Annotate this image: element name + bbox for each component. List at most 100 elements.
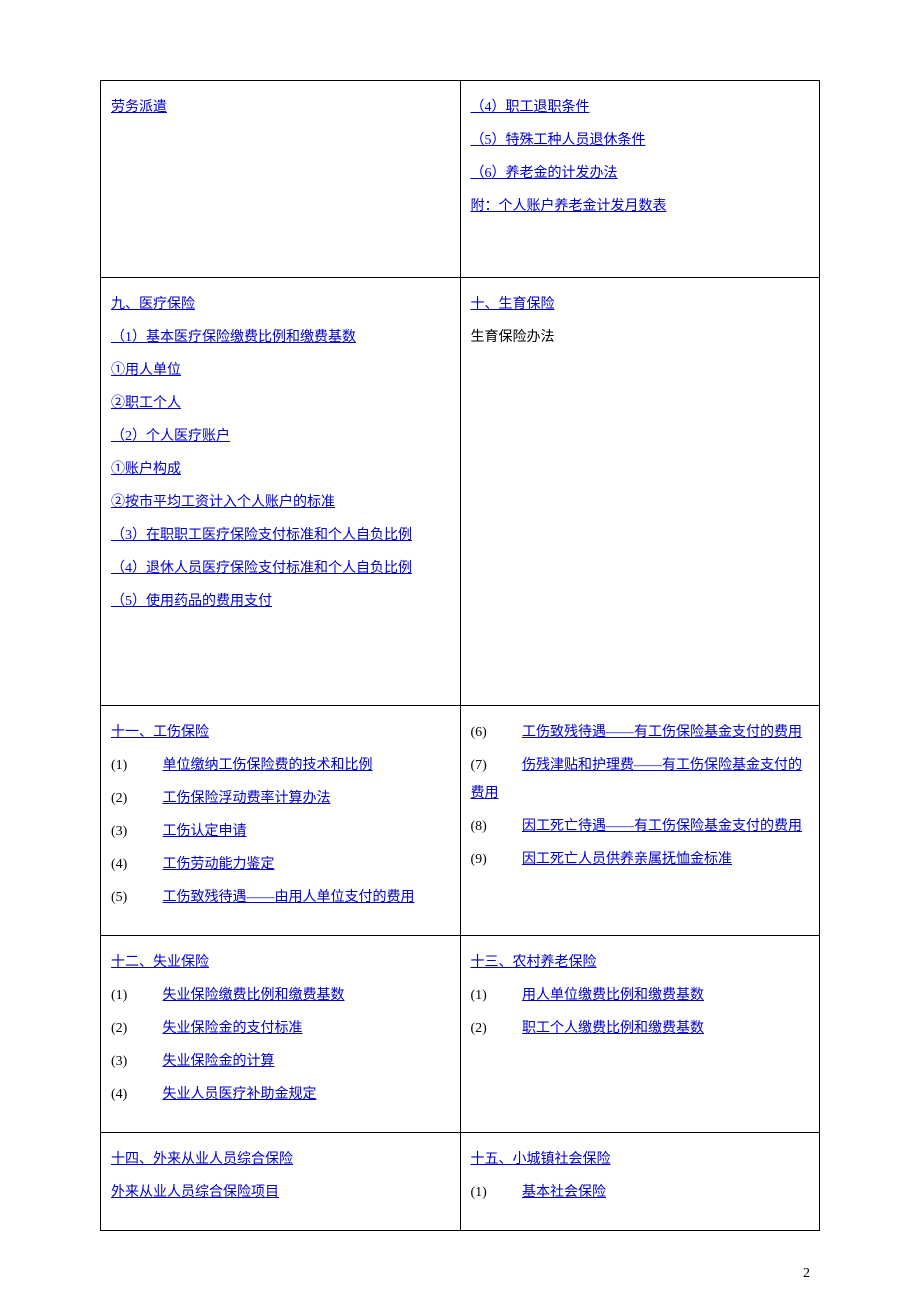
list-item: (3) 工伤认定申请 bbox=[111, 818, 450, 846]
toc-link[interactable]: 因工死亡人员供养亲属抚恤金标准 bbox=[522, 852, 732, 867]
list-item: （2）个人医疗账户 bbox=[111, 423, 450, 451]
list-item: (4) 失业人员医疗补助金规定 bbox=[111, 1081, 450, 1109]
toc-link[interactable]: ②按市平均工资计入个人账户的标准 bbox=[111, 495, 335, 510]
list-item: （4）退休人员医疗保险支付标准和个人自负比例 bbox=[111, 555, 450, 583]
toc-link[interactable]: （1）基本医疗保险缴费比例和缴费基数 bbox=[111, 330, 356, 345]
page-number: 2 bbox=[803, 1266, 810, 1282]
toc-link[interactable]: 工伤致残待遇——由用人单位支付的费用 bbox=[163, 890, 415, 905]
toc-link[interactable]: 失业保险金的支付标准 bbox=[163, 1021, 303, 1036]
item-number: (7) bbox=[471, 752, 519, 780]
item-number: (4) bbox=[111, 851, 159, 879]
toc-link[interactable]: 工伤认定申请 bbox=[163, 824, 247, 839]
toc-link[interactable]: ①用人单位 bbox=[111, 363, 181, 378]
toc-link[interactable]: 外来从业人员综合保险项目 bbox=[111, 1185, 279, 1200]
table-row: 九、医疗保险 （1）基本医疗保险缴费比例和缴费基数 ①用人单位 ②职工个人 （2… bbox=[101, 278, 820, 706]
table-row: 劳务派遣 （4）职工退职条件 （5）特殊工种人员退休条件 （6）养老金的计发办法… bbox=[101, 81, 820, 278]
toc-link[interactable]: （5）使用药品的费用支付 bbox=[111, 594, 272, 609]
toc-link[interactable]: （6）养老金的计发办法 bbox=[471, 166, 618, 181]
toc-link[interactable]: 劳务派遣 bbox=[111, 100, 167, 115]
item-number: (1) bbox=[111, 982, 159, 1010]
list-item: 附：个人账户养老金计发月数表 bbox=[471, 193, 810, 221]
section-title: 十五、小城镇社会保险 bbox=[471, 1146, 810, 1174]
toc-link[interactable]: （4）职工退职条件 bbox=[471, 100, 590, 115]
list-item: (1) 基本社会保险 bbox=[471, 1179, 810, 1207]
item-number: (1) bbox=[471, 1179, 519, 1207]
toc-link[interactable]: 附：个人账户养老金计发月数表 bbox=[471, 199, 667, 214]
toc-link[interactable]: 单位缴纳工伤保险费的技术和比例 bbox=[163, 758, 373, 773]
list-item: (9) 因工死亡人员供养亲属抚恤金标准 bbox=[471, 846, 810, 874]
item-number: (1) bbox=[471, 982, 519, 1010]
toc-link[interactable]: （2）个人医疗账户 bbox=[111, 429, 230, 444]
section-title: 九、医疗保险 bbox=[111, 291, 450, 319]
toc-link[interactable]: 失业保险缴费比例和缴费基数 bbox=[163, 988, 345, 1003]
cell-medical-insurance: 九、医疗保险 （1）基本医疗保险缴费比例和缴费基数 ①用人单位 ②职工个人 （2… bbox=[101, 278, 461, 706]
table-row: 十二、失业保险 (1) 失业保险缴费比例和缴费基数 (2) 失业保险金的支付标准… bbox=[101, 936, 820, 1133]
toc-link[interactable]: 九、医疗保险 bbox=[111, 297, 195, 312]
toc-link[interactable]: 失业保险金的计算 bbox=[163, 1054, 275, 1069]
toc-link[interactable]: 十、生育保险 bbox=[471, 297, 555, 312]
cell-unemployment-insurance: 十二、失业保险 (1) 失业保险缴费比例和缴费基数 (2) 失业保险金的支付标准… bbox=[101, 936, 461, 1133]
list-item: （5）使用药品的费用支付 bbox=[111, 588, 450, 616]
cell-town-social-insurance: 十五、小城镇社会保险 (1) 基本社会保险 bbox=[460, 1133, 820, 1231]
toc-link[interactable]: 职工个人缴费比例和缴费基数 bbox=[522, 1021, 704, 1036]
toc-link[interactable]: 工伤劳动能力鉴定 bbox=[163, 857, 275, 872]
item-number: (2) bbox=[111, 785, 159, 813]
list-item: (1) 失业保险缴费比例和缴费基数 bbox=[111, 982, 450, 1010]
list-item: ①账户构成 bbox=[111, 456, 450, 484]
cell-maternity-insurance: 十、生育保险 生育保险办法 bbox=[460, 278, 820, 706]
list-item: (3) 失业保险金的计算 bbox=[111, 1048, 450, 1076]
list-item: （3）在职职工医疗保险支付标准和个人自负比例 bbox=[111, 522, 450, 550]
cell-rural-pension: 十三、农村养老保险 (1) 用人单位缴费比例和缴费基数 (2) 职工个人缴费比例… bbox=[460, 936, 820, 1133]
cell-work-injury-insurance: 十一、工伤保险 (1) 单位缴纳工伤保险费的技术和比例 (2) 工伤保险浮动费率… bbox=[101, 706, 461, 936]
item-number: (5) bbox=[111, 884, 159, 912]
list-item: (4) 工伤劳动能力鉴定 bbox=[111, 851, 450, 879]
toc-link[interactable]: ②职工个人 bbox=[111, 396, 181, 411]
list-item: (6) 工伤致残待遇——有工伤保险基金支付的费用 bbox=[471, 719, 810, 747]
toc-link[interactable]: 工伤致残待遇——有工伤保险基金支付的费用 bbox=[522, 725, 802, 740]
item-number: (9) bbox=[471, 846, 519, 874]
cell-retirement-continued: （4）职工退职条件 （5）特殊工种人员退休条件 （6）养老金的计发办法 附：个人… bbox=[460, 81, 820, 278]
toc-link[interactable]: 用人单位缴费比例和缴费基数 bbox=[522, 988, 704, 1003]
toc-link[interactable]: （3）在职职工医疗保险支付标准和个人自负比例 bbox=[111, 528, 412, 543]
list-item: (8) 因工死亡待遇——有工伤保险基金支付的费用 bbox=[471, 813, 810, 841]
toc-link[interactable]: ①账户构成 bbox=[111, 462, 181, 477]
list-item: 外来从业人员综合保险项目 bbox=[111, 1179, 450, 1207]
toc-link[interactable]: 十五、小城镇社会保险 bbox=[471, 1152, 611, 1167]
toc-link[interactable]: 十四、外来从业人员综合保险 bbox=[111, 1152, 293, 1167]
section-title: 十三、农村养老保险 bbox=[471, 949, 810, 977]
toc-link[interactable]: 基本社会保险 bbox=[522, 1185, 606, 1200]
section-title: 十、生育保险 bbox=[471, 291, 810, 319]
list-item: (1) 单位缴纳工伤保险费的技术和比例 bbox=[111, 752, 450, 780]
toc-link[interactable]: 工伤保险浮动费率计算办法 bbox=[163, 791, 331, 806]
cell-migrant-workers-insurance: 十四、外来从业人员综合保险 外来从业人员综合保险项目 bbox=[101, 1133, 461, 1231]
cell-work-injury-continued: (6) 工伤致残待遇——有工伤保险基金支付的费用 (7) 伤残津贴和护理费——有… bbox=[460, 706, 820, 936]
section-title: 十二、失业保险 bbox=[111, 949, 450, 977]
table-row: 十一、工伤保险 (1) 单位缴纳工伤保险费的技术和比例 (2) 工伤保险浮动费率… bbox=[101, 706, 820, 936]
toc-link[interactable]: 十二、失业保险 bbox=[111, 955, 209, 970]
item-number: (2) bbox=[111, 1015, 159, 1043]
list-item: (7) 伤残津贴和护理费——有工伤保险基金支付的费用 bbox=[471, 752, 810, 808]
toc-link[interactable]: 失业人员医疗补助金规定 bbox=[163, 1087, 317, 1102]
cell-labor-dispatch: 劳务派遣 bbox=[101, 81, 461, 278]
document-page: 劳务派遣 （4）职工退职条件 （5）特殊工种人员退休条件 （6）养老金的计发办法… bbox=[0, 0, 920, 1302]
toc-link[interactable]: 十三、农村养老保险 bbox=[471, 955, 597, 970]
table-row: 十四、外来从业人员综合保险 外来从业人员综合保险项目 十五、小城镇社会保险 (1… bbox=[101, 1133, 820, 1231]
item-number: (2) bbox=[471, 1015, 519, 1043]
item-number: (1) bbox=[111, 752, 159, 780]
list-item: ②职工个人 bbox=[111, 390, 450, 418]
list-item: （1）基本医疗保险缴费比例和缴费基数 bbox=[111, 324, 450, 352]
list-item: (2) 职工个人缴费比例和缴费基数 bbox=[471, 1015, 810, 1043]
toc-link[interactable]: 十一、工伤保险 bbox=[111, 725, 209, 740]
list-item: （5）特殊工种人员退休条件 bbox=[471, 127, 810, 155]
toc-link[interactable]: 因工死亡待遇——有工伤保险基金支付的费用 bbox=[522, 819, 802, 834]
item-number: (3) bbox=[111, 1048, 159, 1076]
list-item: 劳务派遣 bbox=[111, 94, 450, 122]
item-number: (4) bbox=[111, 1081, 159, 1109]
toc-link[interactable]: 伤残津贴和护理费——有工伤保险基金支付的费用 bbox=[471, 758, 803, 801]
toc-text: 生育保险办法 bbox=[471, 330, 555, 345]
toc-link[interactable]: （4）退休人员医疗保险支付标准和个人自负比例 bbox=[111, 561, 412, 576]
list-item: (1) 用人单位缴费比例和缴费基数 bbox=[471, 982, 810, 1010]
toc-link[interactable]: （5）特殊工种人员退休条件 bbox=[471, 133, 646, 148]
item-number: (3) bbox=[111, 818, 159, 846]
item-number: (6) bbox=[471, 719, 519, 747]
